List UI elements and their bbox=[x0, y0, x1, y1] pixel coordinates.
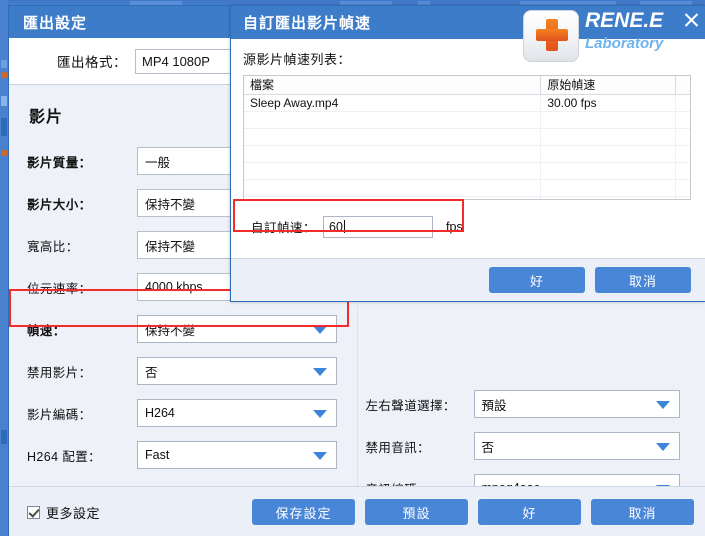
value-disable-video: 否 bbox=[145, 365, 158, 380]
label-disable-video: 禁用影片： bbox=[27, 365, 92, 380]
source-framerate-table[interactable]: 檔案 原始幀速 Sleep Away.mp4 30.00 fps bbox=[243, 75, 691, 200]
row-disable-video: 禁用影片： 否 bbox=[27, 355, 357, 387]
export-format-value: MP4 1080P bbox=[142, 53, 210, 69]
dialog-body: 源影片幀速列表： 檔案 原始幀速 Sleep Away.mp4 30.00 fp… bbox=[231, 39, 705, 242]
main-footer-buttons: 保存設定 預設 好 取消 bbox=[252, 499, 694, 525]
custom-framerate-row: 自訂幀速： 60 fps bbox=[243, 211, 471, 242]
chevron-down-icon[interactable] bbox=[313, 326, 327, 334]
label-video-codec: 影片編碼： bbox=[27, 407, 92, 422]
label-framerate: 幀速： bbox=[27, 323, 66, 338]
custom-framerate-input[interactable]: 60 bbox=[323, 215, 434, 238]
close-icon[interactable] bbox=[681, 10, 701, 30]
label-aspect-ratio: 寬高比： bbox=[27, 239, 79, 254]
more-settings-label: 更多設定 bbox=[46, 505, 101, 521]
field-h264-profile[interactable]: Fast bbox=[137, 441, 337, 469]
label-channel-select: 左右聲道選擇： bbox=[365, 398, 456, 413]
table-row[interactable]: Sleep Away.mp4 30.00 fps bbox=[244, 95, 690, 112]
value-framerate: 保持不變 bbox=[145, 323, 196, 338]
custom-framerate-value: 60 bbox=[329, 219, 343, 234]
label-disable-audio: 禁用音訊： bbox=[365, 440, 431, 455]
dialog-cancel-button[interactable]: 取消 bbox=[595, 267, 691, 293]
table-row-empty bbox=[244, 163, 690, 180]
ok-button[interactable]: 好 bbox=[478, 499, 581, 525]
cancel-button[interactable]: 取消 bbox=[591, 499, 694, 525]
value-video-size: 保持不變 bbox=[145, 197, 196, 212]
column-header-file: 檔案 bbox=[244, 76, 542, 94]
dialog-footer-bar: 好 取消 bbox=[231, 258, 705, 301]
row-framerate: 幀速： 保持不變 bbox=[27, 313, 357, 345]
more-settings-checkbox-wrap[interactable]: 更多設定 bbox=[27, 503, 100, 522]
chevron-down-icon[interactable] bbox=[313, 410, 327, 418]
export-format-label: 匯出格式： bbox=[57, 55, 127, 70]
background-left-strip bbox=[0, 0, 8, 536]
label-video-quality: 影片質量： bbox=[27, 155, 92, 170]
value-video-quality: 一般 bbox=[145, 155, 171, 170]
label-h264-profile: H264 配置： bbox=[27, 449, 102, 464]
cell-spacer bbox=[676, 95, 690, 111]
table-row-empty bbox=[244, 180, 690, 197]
value-aspect-ratio: 保持不變 bbox=[145, 239, 196, 254]
table-header-row: 檔案 原始幀速 bbox=[244, 76, 690, 95]
save-settings-button[interactable]: 保存設定 bbox=[252, 499, 355, 525]
row-h264-profile: H264 配置： Fast bbox=[27, 439, 357, 471]
column-header-original-framerate: 原始幀速 bbox=[541, 76, 677, 94]
label-bitrate: 位元速率： bbox=[27, 281, 92, 296]
row-channel-select: 左右聲道選擇： 預設 bbox=[366, 388, 705, 420]
main-footer-bar: 更多設定 保存設定 預設 好 取消 bbox=[9, 486, 705, 536]
row-video-codec: 影片編碼： H264 bbox=[27, 397, 357, 429]
field-disable-audio[interactable]: 否 bbox=[473, 432, 680, 460]
default-settings-button[interactable]: 預設 bbox=[365, 499, 468, 525]
chevron-down-icon[interactable] bbox=[655, 443, 670, 451]
value-h264-profile: Fast bbox=[145, 448, 170, 462]
dialog-ok-button[interactable]: 好 bbox=[489, 267, 585, 293]
row-disable-audio: 禁用音訊： 否 bbox=[366, 430, 705, 462]
text-cursor bbox=[343, 220, 345, 233]
value-bitrate: 4000 kbps bbox=[145, 280, 203, 294]
table-row-empty bbox=[244, 146, 690, 163]
cell-original-framerate: 30.00 fps bbox=[541, 95, 677, 111]
dialog-title: 自訂匯出影片幀速 bbox=[243, 15, 372, 32]
field-disable-video[interactable]: 否 bbox=[137, 357, 337, 385]
value-video-codec: H264 bbox=[145, 406, 175, 420]
custom-framerate-dialog: 自訂匯出影片幀速 RENE.E Laboratory 源影片幀速列表： 檔案 原… bbox=[230, 5, 705, 302]
table-row-empty bbox=[244, 129, 690, 146]
dialog-title-bar: 自訂匯出影片幀速 bbox=[231, 6, 705, 39]
cell-file-name: Sleep Away.mp4 bbox=[244, 95, 542, 111]
source-framerate-list-label: 源影片幀速列表： bbox=[243, 52, 352, 67]
chevron-down-icon[interactable] bbox=[655, 401, 670, 409]
field-framerate[interactable]: 保持不變 bbox=[137, 315, 337, 343]
label-video-size: 影片大小： bbox=[27, 197, 92, 212]
window-title: 匯出設定 bbox=[23, 14, 88, 32]
field-channel-select[interactable]: 預設 bbox=[473, 390, 680, 418]
field-video-codec[interactable]: H264 bbox=[137, 399, 337, 427]
custom-framerate-unit: fps bbox=[446, 219, 463, 234]
chevron-down-icon[interactable] bbox=[313, 368, 327, 376]
table-row-empty bbox=[244, 112, 690, 129]
column-header-spacer bbox=[676, 76, 690, 94]
value-channel-select: 預設 bbox=[481, 398, 507, 413]
table-row-empty bbox=[244, 197, 690, 199]
more-settings-checkbox[interactable] bbox=[27, 505, 40, 519]
custom-framerate-label: 自訂幀速： bbox=[251, 221, 317, 235]
chevron-down-icon[interactable] bbox=[313, 452, 327, 460]
value-disable-audio: 否 bbox=[481, 440, 495, 455]
